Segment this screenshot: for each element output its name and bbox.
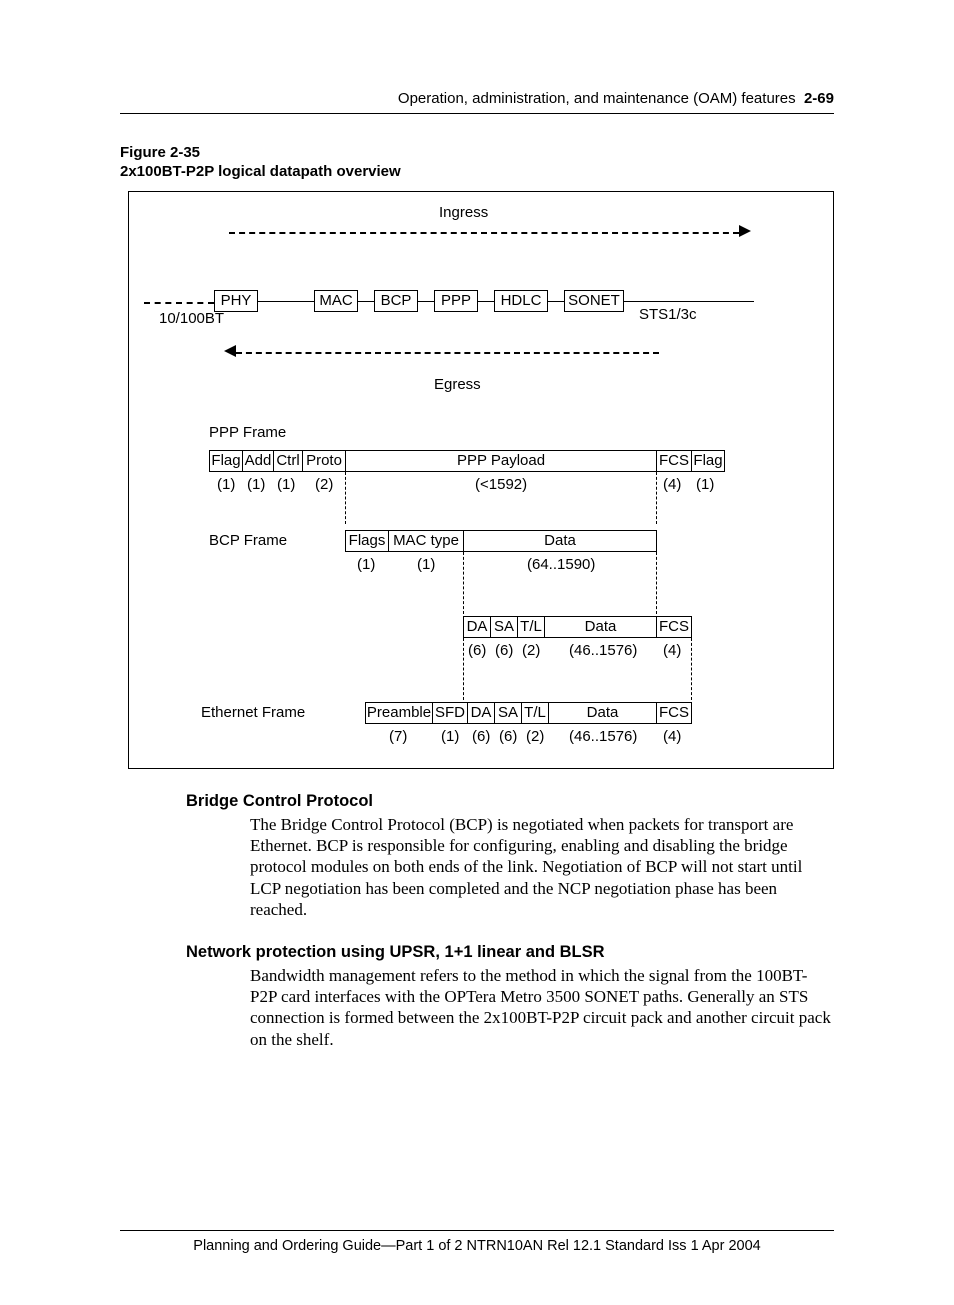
ppp-size-6: (1) xyxy=(696,476,714,495)
mac-size-2: (2) xyxy=(522,642,540,661)
guide xyxy=(463,638,464,700)
eth-size-4: (2) xyxy=(526,728,544,747)
ppp-cell-flag2: Flag xyxy=(691,450,725,472)
ppp-cell-flag1: Flag xyxy=(209,450,243,472)
footer-text: Planning and Ordering Guide—Part 1 of 2 … xyxy=(193,1238,760,1254)
figure-diagram: Ingress 10/100BT PHY MAC BCP PPP HDLC SO… xyxy=(128,191,834,769)
mac-size-1: (6) xyxy=(495,642,513,661)
connector xyxy=(418,301,434,302)
connector xyxy=(624,301,754,302)
ingress-arrow-icon xyxy=(739,225,751,237)
eth-cell-preamble: Preamble xyxy=(365,702,433,724)
mac-size-4: (4) xyxy=(663,642,681,661)
figure-number: Figure 2-35 xyxy=(120,144,834,163)
mac-cell-sa: SA xyxy=(490,616,518,638)
ingress-label: Ingress xyxy=(439,204,488,223)
eth-cell-fcs: FCS xyxy=(656,702,692,724)
eth-size-3: (6) xyxy=(499,728,517,747)
eth-cell-sa: SA xyxy=(494,702,522,724)
node-ppp: PPP xyxy=(434,290,478,312)
ppp-cell-ctrl: Ctrl xyxy=(273,450,303,472)
eth-size-2: (6) xyxy=(472,728,490,747)
node-sonet: SONET xyxy=(564,290,624,312)
eth-size-6: (4) xyxy=(663,728,681,747)
header-rule xyxy=(120,113,834,114)
bcp-cell-mactype: MAC type xyxy=(388,530,464,552)
ppp-size-2: (1) xyxy=(277,476,295,495)
figure-title: 2x100BT-P2P logical datapath overview xyxy=(120,163,834,182)
ppp-frame-label: PPP Frame xyxy=(209,424,286,443)
mac-cell-da: DA xyxy=(463,616,491,638)
guide xyxy=(345,472,346,524)
right-interface-label: STS1/3c xyxy=(639,306,697,325)
heading-network-protection: Network protection using UPSR, 1+1 linea… xyxy=(186,942,834,963)
ppp-size-3: (2) xyxy=(315,476,333,495)
left-interface-label: 10/100BT xyxy=(159,310,224,329)
node-bcp: BCP xyxy=(374,290,418,312)
ppp-size-1: (1) xyxy=(247,476,265,495)
eth-cell-da: DA xyxy=(467,702,495,724)
node-hdlc: HDLC xyxy=(494,290,548,312)
ethernet-frame-label: Ethernet Frame xyxy=(201,704,305,723)
ppp-cell-proto: Proto xyxy=(302,450,346,472)
node-mac: MAC xyxy=(314,290,358,312)
egress-label: Egress xyxy=(434,376,481,395)
footer: Planning and Ordering Guide—Part 1 of 2 … xyxy=(120,1230,834,1255)
running-header: Operation, administration, and maintenan… xyxy=(120,90,834,109)
figure-caption: Figure 2-35 2x100BT-P2P logical datapath… xyxy=(120,144,834,182)
paragraph-bcp: The Bridge Control Protocol (BCP) is neg… xyxy=(250,814,834,920)
mac-cell-tl: T/L xyxy=(517,616,545,638)
egress-arrow-icon xyxy=(224,345,236,357)
egress-line xyxy=(236,352,659,354)
eth-size-5: (46..1576) xyxy=(569,728,637,747)
ppp-cell-add: Add xyxy=(242,450,274,472)
left-stub-line xyxy=(144,302,214,304)
mac-cell-fcs: FCS xyxy=(656,616,692,638)
ingress-line xyxy=(229,232,739,234)
connector xyxy=(358,301,374,302)
eth-size-0: (7) xyxy=(389,728,407,747)
mac-size-3: (46..1576) xyxy=(569,642,637,661)
guide xyxy=(656,552,657,614)
ppp-cell-payload: PPP Payload xyxy=(345,450,657,472)
bcp-size-1: (1) xyxy=(417,556,435,575)
eth-size-1: (1) xyxy=(441,728,459,747)
mac-cell-data: Data xyxy=(544,616,657,638)
connector xyxy=(258,301,314,302)
bcp-frame-label: BCP Frame xyxy=(209,532,287,551)
ppp-size-5: (4) xyxy=(663,476,681,495)
ppp-size-4: (<1592) xyxy=(475,476,527,495)
mac-size-0: (6) xyxy=(468,642,486,661)
paragraph-network-protection: Bandwidth management refers to the metho… xyxy=(250,965,834,1050)
connector xyxy=(548,301,564,302)
guide xyxy=(656,472,657,524)
ppp-size-0: (1) xyxy=(217,476,235,495)
heading-bcp: Bridge Control Protocol xyxy=(186,791,834,812)
eth-cell-sfd: SFD xyxy=(432,702,468,724)
eth-cell-tl: T/L xyxy=(521,702,549,724)
eth-cell-data: Data xyxy=(548,702,657,724)
bcp-size-0: (1) xyxy=(357,556,375,575)
page-number: 2-69 xyxy=(804,90,834,107)
chapter-title: Operation, administration, and maintenan… xyxy=(398,90,796,107)
connector xyxy=(478,301,494,302)
bcp-cell-data: Data xyxy=(463,530,657,552)
bcp-cell-flags: Flags xyxy=(345,530,389,552)
guide xyxy=(691,638,692,700)
guide xyxy=(463,552,464,614)
ppp-cell-fcs: FCS xyxy=(656,450,692,472)
node-phy: PHY xyxy=(214,290,258,312)
bcp-size-2: (64..1590) xyxy=(527,556,595,575)
